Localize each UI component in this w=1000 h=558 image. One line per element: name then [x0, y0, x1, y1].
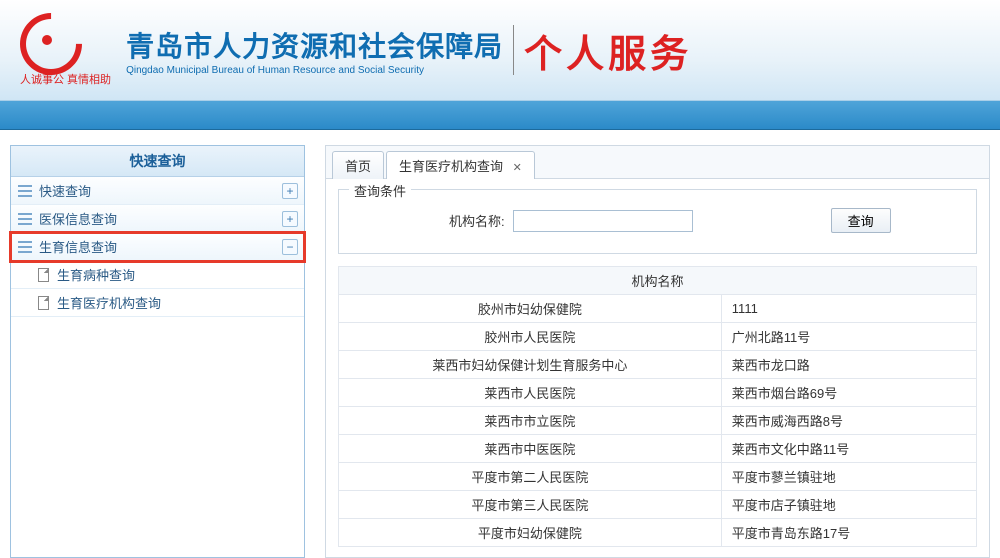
tab-label: 首页	[345, 159, 371, 174]
sidebar-item-quick-query[interactable]: 快速查询 +	[11, 177, 304, 205]
org-name-en: Qingdao Municipal Bureau of Human Resour…	[126, 65, 503, 76]
fieldset-legend: 查询条件	[349, 181, 411, 200]
cell-address: 平度市店子镇驻地	[721, 491, 976, 519]
sidebar-item-medical-insurance[interactable]: 医保信息查询 +	[11, 205, 304, 233]
grid-icon	[17, 212, 33, 226]
grid-icon	[17, 240, 33, 254]
cell-address: 平度市蓼兰镇驻地	[721, 463, 976, 491]
sidebar: 快速查询 快速查询 + 医保信息查询 + 生育信息查询 − 生育病种查询 生育医…	[10, 145, 305, 558]
table-header-row: 机构名称	[339, 267, 977, 295]
page-header: 人诚事公 真情相助 青岛市人力资源和社会保障局 Qingdao Municipa…	[0, 0, 1000, 100]
close-icon[interactable]: ✕	[513, 162, 522, 174]
query-conditions-fieldset: 查询条件 机构名称: 查询	[338, 189, 977, 254]
table-row[interactable]: 平度市妇幼保健院平度市青岛东路17号	[339, 519, 977, 547]
query-button[interactable]: 查询	[831, 208, 891, 233]
cell-org-name: 平度市妇幼保健院	[339, 519, 722, 547]
table-row[interactable]: 莱西市妇幼保健计划生育服务中心莱西市龙口路	[339, 351, 977, 379]
column-header-org-name: 机构名称	[339, 267, 977, 295]
cell-org-name: 胶州市妇幼保健院	[339, 295, 722, 323]
table-row[interactable]: 莱西市中医医院莱西市文化中路11号	[339, 435, 977, 463]
cell-address: 莱西市烟台路69号	[721, 379, 976, 407]
cell-address: 平度市青岛东路17号	[721, 519, 976, 547]
cell-org-name: 平度市第三人民医院	[339, 491, 722, 519]
expand-icon[interactable]: +	[282, 183, 298, 199]
service-title: 个人服务	[524, 23, 692, 78]
sidebar-item-label: 生育医疗机构查询	[57, 293, 161, 312]
sidebar-item-label: 生育病种查询	[57, 265, 135, 284]
org-name-block: 青岛市人力资源和社会保障局 Qingdao Municipal Bureau o…	[126, 25, 503, 76]
cell-address: 1111	[721, 295, 976, 323]
table-row[interactable]: 平度市第二人民医院平度市蓼兰镇驻地	[339, 463, 977, 491]
results-table: 机构名称 胶州市妇幼保健院1111胶州市人民医院广州北路11号莱西市妇幼保健计划…	[338, 266, 977, 547]
sidebar-item-maternity-info[interactable]: 生育信息查询 −	[11, 233, 304, 261]
table-row[interactable]: 莱西市市立医院莱西市威海西路8号	[339, 407, 977, 435]
logo-block: 人诚事公 真情相助 青岛市人力资源和社会保障局 Qingdao Municipa…	[20, 13, 503, 87]
sidebar-subitem-disease-query[interactable]: 生育病种查询	[11, 261, 304, 289]
table-row[interactable]: 莱西市人民医院莱西市烟台路69号	[339, 379, 977, 407]
grid-icon	[17, 184, 33, 198]
cell-org-name: 莱西市中医医院	[339, 435, 722, 463]
org-name-input[interactable]	[513, 210, 693, 232]
table-row[interactable]: 胶州市人民医院广州北路11号	[339, 323, 977, 351]
cell-address: 莱西市龙口路	[721, 351, 976, 379]
logo-wrap: 人诚事公 真情相助	[20, 13, 111, 87]
tab-home[interactable]: 首页	[332, 151, 384, 179]
collapse-icon[interactable]: −	[282, 239, 298, 255]
cell-address: 莱西市威海西路8号	[721, 407, 976, 435]
cell-org-name: 莱西市市立医院	[339, 407, 722, 435]
cell-address: 广州北路11号	[721, 323, 976, 351]
sidebar-item-label: 医保信息查询	[39, 209, 117, 228]
table-row[interactable]: 胶州市妇幼保健院1111	[339, 295, 977, 323]
cell-org-name: 莱西市人民医院	[339, 379, 722, 407]
tab-label: 生育医疗机构查询	[399, 159, 503, 174]
logo-caption: 人诚事公 真情相助	[20, 71, 111, 87]
org-name-label: 机构名称:	[449, 211, 505, 230]
nav-strip	[0, 100, 1000, 130]
cell-org-name: 莱西市妇幼保健计划生育服务中心	[339, 351, 722, 379]
sidebar-item-label: 快速查询	[39, 181, 91, 200]
tab-bar: 首页 生育医疗机构查询 ✕	[326, 146, 989, 179]
main-panel: 首页 生育医疗机构查询 ✕ 查询条件 机构名称: 查询 机构名称	[325, 145, 990, 558]
header-divider	[513, 25, 514, 75]
sidebar-item-label: 生育信息查询	[39, 237, 117, 256]
sidebar-subitem-medical-org-query[interactable]: 生育医疗机构查询	[11, 289, 304, 317]
logo-icon	[20, 13, 75, 68]
cell-org-name: 平度市第二人民医院	[339, 463, 722, 491]
tab-medical-org-query[interactable]: 生育医疗机构查询 ✕	[386, 151, 535, 179]
expand-icon[interactable]: +	[282, 211, 298, 227]
table-row[interactable]: 平度市第三人民医院平度市店子镇驻地	[339, 491, 977, 519]
document-icon	[35, 296, 51, 310]
document-icon	[35, 268, 51, 282]
org-name-cn: 青岛市人力资源和社会保障局	[126, 25, 503, 65]
sidebar-title: 快速查询	[11, 146, 304, 177]
cell-address: 莱西市文化中路11号	[721, 435, 976, 463]
cell-org-name: 胶州市人民医院	[339, 323, 722, 351]
